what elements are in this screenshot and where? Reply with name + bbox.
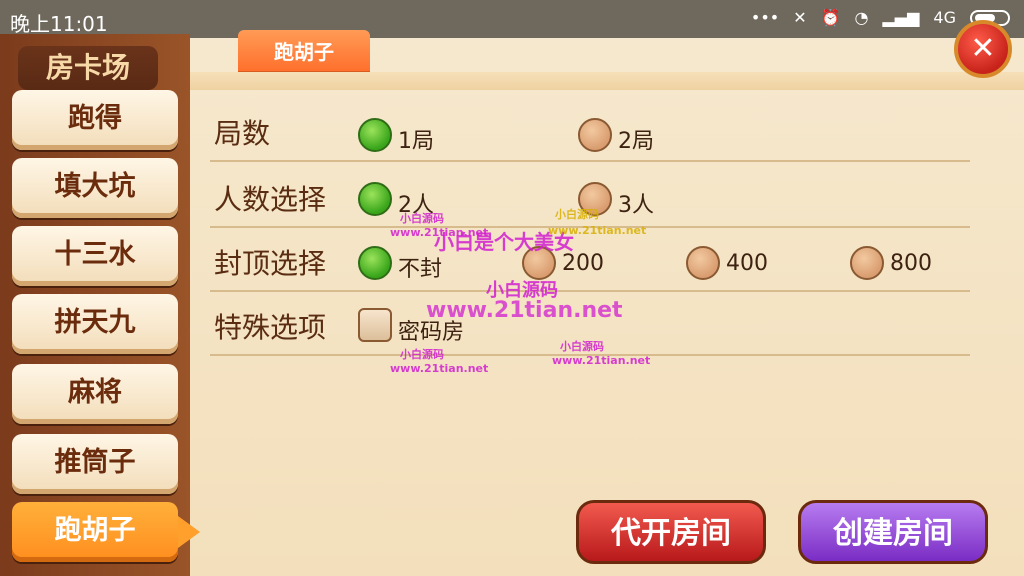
proxy-open-room-button[interactable]: 代开房间 bbox=[576, 500, 766, 564]
sidebar-item-label: 跑胡子 bbox=[54, 515, 136, 546]
watermark-small-logo-2: 小白源码 bbox=[400, 212, 444, 225]
sidebar-item-pintianjiu[interactable]: 拼天九 bbox=[12, 294, 178, 354]
row-divider bbox=[210, 290, 970, 292]
cap-option-none-radio[interactable] bbox=[358, 246, 392, 280]
watermark-small-url-4: www.21tian.net bbox=[390, 362, 489, 375]
row-divider bbox=[210, 160, 970, 162]
close-button[interactable]: ✕ bbox=[954, 20, 1012, 78]
game-sidebar: 房卡场 跑得 填大坑 十三水 拼天九 麻将 推筒子 跑胡子 bbox=[0, 34, 200, 576]
password-room-checkbox[interactable] bbox=[358, 308, 392, 342]
special-label: 特殊选项 bbox=[214, 311, 327, 344]
create-room-button[interactable]: 创建房间 bbox=[798, 500, 988, 564]
game-title-tab: 跑胡子 bbox=[238, 30, 370, 74]
watermark-small-logo-4: 小白源码 bbox=[400, 348, 444, 361]
players-option-2-radio[interactable] bbox=[358, 182, 392, 216]
status-bar: 晚上11:01 ••• ✕ ⏰ ◔ ▂▄▆ 4G bbox=[0, 0, 1024, 38]
signal-icon: ▂▄▆ bbox=[882, 8, 920, 27]
sidebar-header: 房卡场 bbox=[18, 46, 158, 90]
watermark-small-url-2: www.21tian.net bbox=[390, 226, 489, 239]
sidebar-item-tuitongzi[interactable]: 推筒子 bbox=[12, 434, 178, 494]
sidebar-item-paohuzi[interactable]: 跑胡子 bbox=[12, 502, 200, 562]
watermark-small-url-3: www.21tian.net bbox=[552, 354, 651, 367]
network-type: 4G bbox=[933, 8, 956, 27]
alarm-icon: ⏰ bbox=[820, 8, 841, 27]
rounds-option-1-radio[interactable] bbox=[358, 118, 392, 152]
cap-label: 封顶选择 bbox=[214, 247, 327, 280]
watermark-small-logo-3: 小白源码 bbox=[560, 340, 604, 353]
close-icon: ✕ bbox=[970, 31, 996, 66]
watermark-url: www.21tian.net bbox=[426, 298, 623, 323]
cap-option-400-radio[interactable] bbox=[686, 246, 720, 280]
sidebar-item-paode[interactable]: 跑得 bbox=[12, 90, 178, 150]
silent-icon: ✕ bbox=[793, 8, 807, 27]
players-label: 人数选择 bbox=[214, 183, 327, 216]
watermark-small-url: www.21tian.net bbox=[548, 224, 647, 237]
sidebar-item-majiang[interactable]: 麻将 bbox=[12, 364, 178, 424]
rounds-option-2-label: 2局 bbox=[618, 129, 654, 154]
sidebar-item-shisanshui[interactable]: 十三水 bbox=[12, 226, 178, 286]
rounds-option-1-label: 1局 bbox=[398, 129, 434, 154]
more-icon: ••• bbox=[750, 8, 780, 27]
status-time: 晚上11:01 bbox=[10, 12, 108, 36]
sidebar-item-tiandakeng[interactable]: 填大坑 bbox=[12, 158, 178, 218]
top-band bbox=[190, 72, 1024, 90]
players-option-3-label: 3人 bbox=[618, 193, 654, 218]
rounds-label: 局数 bbox=[214, 117, 271, 150]
rounds-option-2-radio[interactable] bbox=[578, 118, 612, 152]
cap-option-800-label: 800 bbox=[890, 251, 932, 276]
cap-option-800-radio[interactable] bbox=[850, 246, 884, 280]
cap-option-none-label: 不封 bbox=[398, 257, 443, 282]
watermark-small-logo: 小白源码 bbox=[555, 208, 599, 221]
wifi-icon: ◔ bbox=[854, 8, 869, 27]
active-arrow-icon bbox=[178, 516, 200, 548]
cap-option-400-label: 400 bbox=[726, 251, 768, 276]
